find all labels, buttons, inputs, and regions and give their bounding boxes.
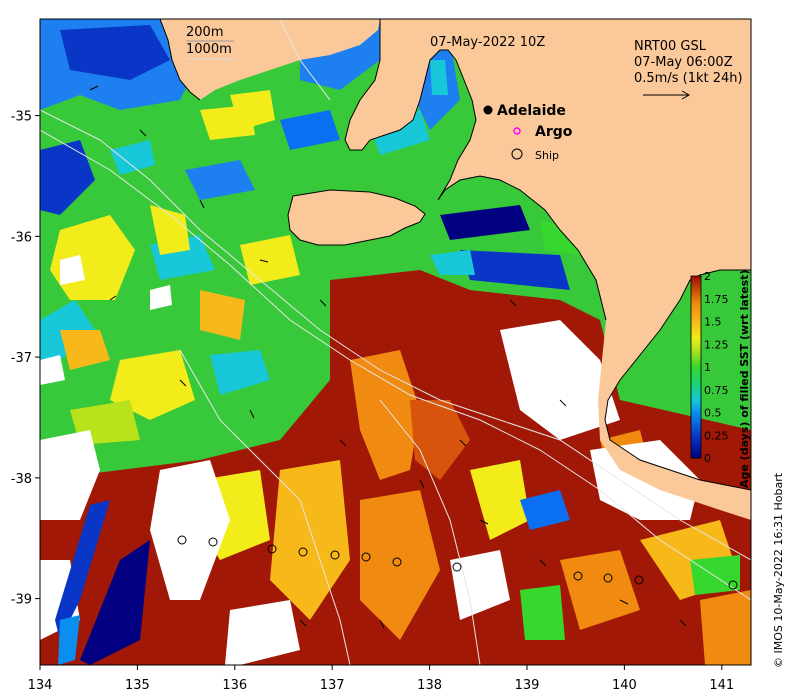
colorbar-title: Age (days) of filled SST (wrt latest) bbox=[738, 270, 751, 488]
adelaide-label: Adelaide bbox=[497, 103, 566, 119]
x-tick-label: 141 bbox=[709, 678, 734, 693]
colorbar-tick-label: 0 bbox=[704, 452, 711, 465]
y-tick-label: -37 bbox=[11, 351, 32, 366]
current-label-line-2: 07-May 06:00Z bbox=[634, 55, 733, 70]
map-title: 07-May-2022 10Z bbox=[430, 35, 545, 50]
colorbar-tick-label: 1.25 bbox=[704, 338, 729, 351]
x-tick-label: 138 bbox=[417, 678, 442, 693]
x-tick-label: 139 bbox=[515, 678, 540, 693]
x-tick-label: 140 bbox=[612, 678, 637, 693]
colorbar-scale bbox=[690, 275, 702, 459]
y-tick-label: -36 bbox=[11, 230, 32, 245]
colorbar-tick-label: 0.5 bbox=[704, 407, 722, 420]
y-tick-label: -39 bbox=[11, 593, 32, 608]
colorbar-tick-label: 1.75 bbox=[704, 293, 729, 306]
copyright-text: © IMOS 10-May-2022 16:31 Hobart bbox=[772, 472, 785, 668]
y-tick-label: -38 bbox=[11, 472, 32, 487]
x-tick-label: 136 bbox=[222, 678, 247, 693]
argo-label: Argo bbox=[535, 124, 573, 140]
x-tick-label: 135 bbox=[125, 678, 150, 693]
map-body bbox=[40, 19, 751, 665]
colorbar-tick-label: 1 bbox=[704, 361, 711, 374]
colorbar-tick-label: 2 bbox=[704, 270, 711, 283]
y-tick-label: -35 bbox=[11, 110, 32, 125]
colorbar-tick-label: 1.5 bbox=[704, 316, 722, 329]
sst-age-map: 134 135 136 137 138 139 140 141 -35 -36 -37 -38 -39… bbox=[11, 18, 785, 693]
depth-label-1000m: 1000m bbox=[186, 42, 232, 57]
current-label-line-1: NRT00 GSL bbox=[634, 39, 707, 54]
x-tick-label: 134 bbox=[28, 678, 53, 693]
y-axis: -35 -36 -37 -38 -39 bbox=[11, 110, 40, 608]
current-label-line-3: 0.5m/s (1kt 24h) bbox=[634, 71, 743, 86]
colorbar-tick-label: 0.75 bbox=[704, 384, 729, 397]
adelaide-marker bbox=[483, 105, 493, 115]
ship-label: Ship bbox=[535, 149, 559, 162]
depth-label-200m: 200m bbox=[186, 25, 223, 40]
x-axis: 134 135 136 137 138 139 140 141 bbox=[28, 665, 734, 693]
colorbar-tick-label: 0.25 bbox=[704, 429, 729, 442]
x-tick-label: 137 bbox=[320, 678, 345, 693]
